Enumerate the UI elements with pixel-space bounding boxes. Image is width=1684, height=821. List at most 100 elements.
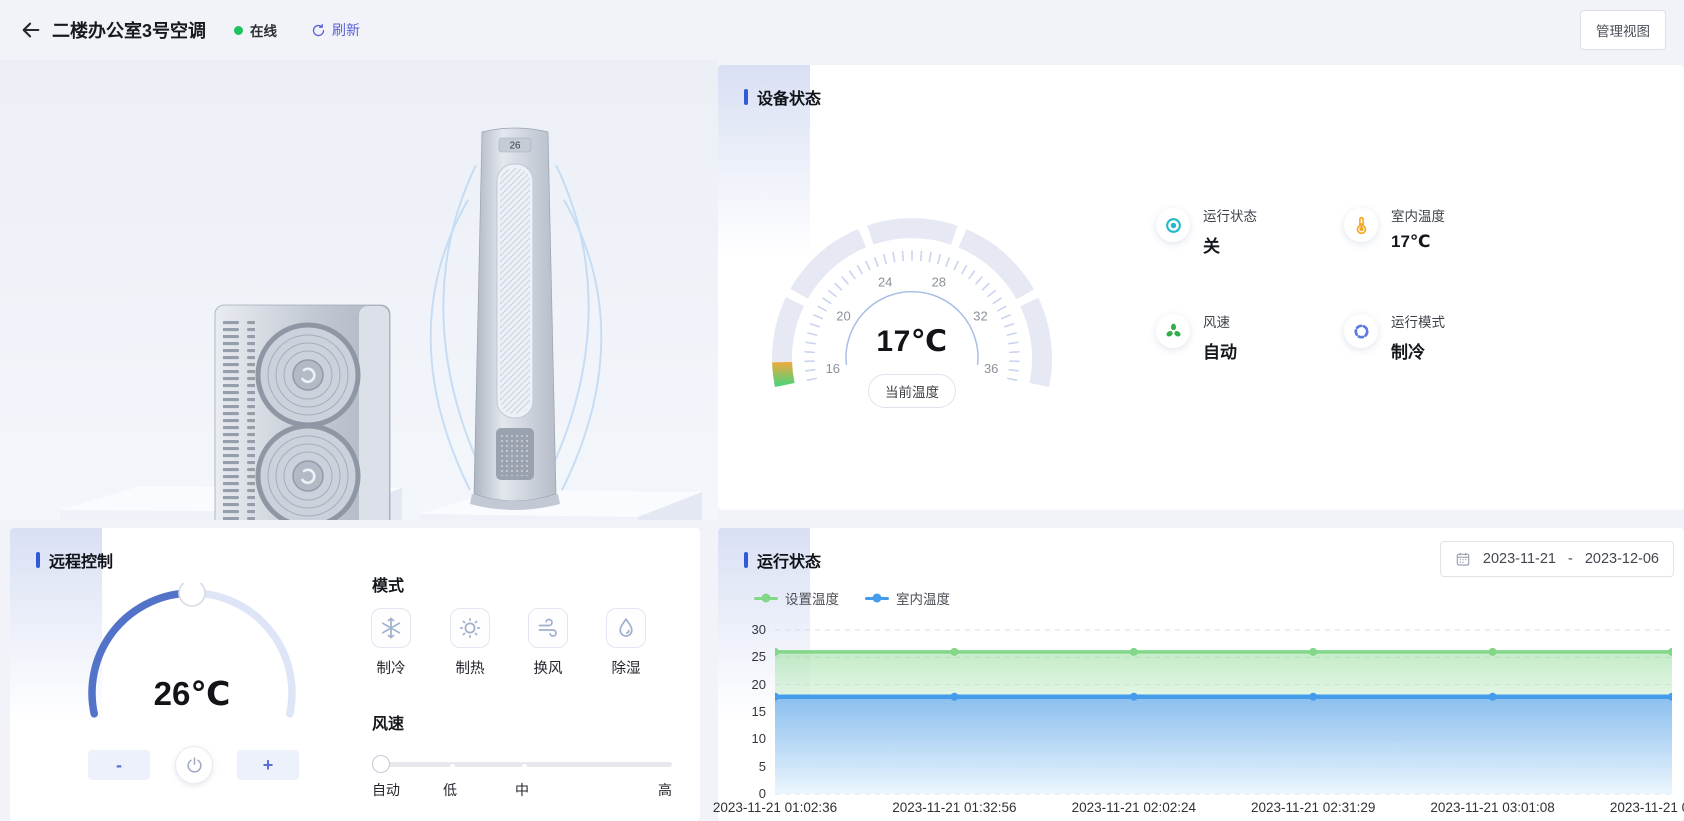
run-status-title: 运行状态 (744, 548, 821, 572)
power-icon (185, 756, 204, 775)
title-bar-accent (744, 89, 748, 105)
legend-set-temperature[interactable]: 设置温度 (754, 588, 839, 608)
back-arrow-icon (20, 19, 42, 41)
gauge-tick-20: 20 (836, 309, 850, 324)
wind-icon (536, 616, 560, 640)
slider-stop-low (450, 764, 455, 769)
outdoor-unit-illustration (215, 305, 390, 520)
y-tick-label: 10 (752, 731, 766, 746)
y-tick-label: 30 (752, 622, 766, 637)
refresh-icon (311, 23, 326, 38)
mode-section-title: 模式 (372, 572, 404, 596)
fan-top (258, 325, 358, 425)
fan-section-title: 风速 (372, 710, 404, 734)
chart-legend: 设置温度 室内温度 (754, 588, 950, 608)
device-detail-page: 二楼办公室3号空调 在线 刷新 管理视图 (0, 0, 1684, 821)
back-button[interactable] (16, 15, 46, 45)
power-button[interactable] (175, 746, 213, 784)
gauge-value-arc (782, 362, 785, 385)
slider-stop-mid (522, 764, 527, 769)
indoor-tower-illustration: 26 (470, 128, 560, 510)
pedestal-right (420, 490, 702, 520)
metric-run-state: 运行状态 关 (1156, 205, 1344, 257)
title-bar-accent (36, 552, 40, 568)
metric-run-mode: 运行模式 制冷 (1344, 311, 1532, 363)
date-range-end: 2023-12-06 (1585, 551, 1659, 567)
temperature-dial (77, 583, 307, 763)
fan-level-low: 低 (443, 780, 457, 800)
thermometer-icon (1344, 208, 1378, 242)
status-metrics: 运行状态 关 室内温度 17℃ 风速 自动 (1156, 205, 1532, 363)
x-tick-label: 2023-11-21 01:32:56 (892, 800, 1016, 815)
x-tick-label: 2023-11-21 02:31:29 (1251, 800, 1375, 815)
temperature-chart (775, 616, 1672, 798)
current-temperature-value: 17℃ (762, 324, 1062, 359)
online-status-dot (234, 26, 243, 35)
gauge-tick-24: 24 (878, 275, 892, 290)
metric-indoor-temp: 室内温度 17℃ (1344, 205, 1532, 257)
online-status-label: 在线 (250, 20, 277, 40)
date-range-separator: - (1568, 551, 1573, 567)
mode-heat-label: 制热 (450, 657, 490, 678)
manage-view-button[interactable]: 管理视图 (1580, 10, 1666, 50)
date-range-picker[interactable]: 2023-11-21 - 2023-12-06 (1440, 541, 1674, 577)
gauge-tick-36: 36 (984, 361, 998, 376)
y-tick-label: 0 (759, 786, 766, 801)
header: 二楼办公室3号空调 在线 刷新 管理视图 (0, 0, 1684, 60)
temp-decrease-button[interactable]: - (88, 750, 150, 780)
y-tick-label: 5 (759, 759, 766, 774)
mode-cool-label: 制冷 (371, 657, 411, 678)
snowflake-icon (379, 616, 403, 640)
ac-units-illustration: 26 (0, 60, 718, 520)
fan-speed-slider[interactable] (372, 754, 672, 774)
gauge-tick-32: 32 (973, 309, 987, 324)
y-tick-label: 25 (752, 649, 766, 664)
x-tick-label: 2023-11-21 03:01:08 (1430, 800, 1554, 815)
power-status-icon (1156, 208, 1190, 242)
mode-icon (1344, 314, 1378, 348)
legend-indoor-temperature[interactable]: 室内温度 (865, 588, 950, 608)
chart-y-axis-labels: 0 5 10 15 20 25 30 (726, 616, 766, 798)
fan-level-mid: 中 (515, 780, 529, 800)
mode-cool-button[interactable] (371, 608, 411, 648)
temperature-gauge: 16 20 24 28 32 36 17℃ 当前温度 (762, 208, 1062, 438)
calendar-icon (1455, 551, 1471, 567)
fan-level-high: 高 (658, 780, 672, 800)
droplet-icon (614, 616, 638, 640)
remote-control-title: 远程控制 (36, 548, 113, 572)
slider-knob[interactable] (372, 755, 390, 773)
mode-ventilate-label: 换风 (528, 657, 568, 678)
x-tick-label: 2023-11-21 03:31:03 (1610, 800, 1684, 815)
current-temperature-caption: 当前温度 (868, 374, 956, 408)
refresh-label: 刷新 (332, 20, 360, 40)
y-tick-label: 20 (752, 677, 766, 692)
mode-dehumidify-label: 除湿 (606, 657, 646, 678)
gauge-tick-28: 28 (932, 275, 946, 290)
legend-marker-indoor (865, 597, 889, 600)
fan-level-auto: 自动 (372, 780, 400, 800)
title-bar-accent (744, 552, 748, 568)
device-status-panel: 设备状态 16 20 24 28 32 36 17℃ (718, 65, 1684, 510)
online-status: 在线 (234, 20, 277, 40)
run-status-panel: 运行状态 2023-11-21 - 2023-12-06 设置温度 室内温度 0… (718, 528, 1684, 821)
mode-heat-button[interactable] (450, 608, 490, 648)
x-tick-label: 2023-11-21 02:02:24 (1072, 800, 1196, 815)
fan-bottom (258, 426, 358, 520)
date-range-start: 2023-11-21 (1483, 551, 1556, 567)
chart-x-axis-labels: 2023-11-21 01:02:362023-11-21 01:32:5620… (775, 800, 1672, 818)
sun-icon (458, 616, 482, 640)
set-temperature-value: 26℃ (77, 674, 307, 713)
fan-icon (1156, 314, 1190, 348)
product-showcase: 26 (0, 60, 718, 520)
legend-marker-set (754, 597, 778, 600)
metric-fan-speed: 风速 自动 (1156, 311, 1344, 363)
y-tick-label: 15 (752, 704, 766, 719)
remote-control-panel: 远程控制 26℃ - + 模式 (10, 528, 700, 821)
mode-ventilate-button[interactable] (528, 608, 568, 648)
fan-level-labels: 自动 低 中 高 (372, 780, 672, 798)
page-title: 二楼办公室3号空调 (52, 17, 206, 43)
dial-knob[interactable] (179, 583, 205, 606)
refresh-button[interactable]: 刷新 (311, 20, 360, 40)
temp-increase-button[interactable]: + (237, 750, 299, 780)
mode-dehumidify-button[interactable] (606, 608, 646, 648)
